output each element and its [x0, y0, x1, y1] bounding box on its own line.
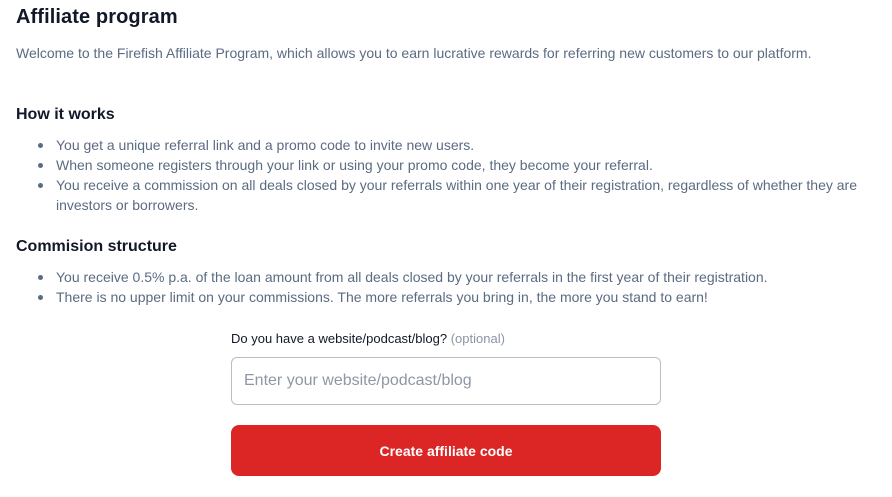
- bullet-dot-icon: [38, 295, 43, 300]
- commission-item-text: There is no upper limit on your commissi…: [56, 289, 708, 305]
- how-it-works-heading: How it works: [16, 106, 115, 123]
- commission-item: You receive 0.5% p.a. of the loan amount…: [16, 267, 876, 287]
- commission-item: There is no upper limit on your commissi…: [16, 287, 876, 307]
- how-it-works-item-text: When someone registers through your link…: [56, 157, 653, 173]
- how-it-works-item-text: You receive a commission on all deals cl…: [56, 177, 857, 213]
- bullet-dot-icon: [38, 163, 43, 168]
- how-it-works-list: You get a unique referral link and a pro…: [16, 135, 876, 215]
- optional-label: (optional): [450, 331, 505, 346]
- how-it-works-item-text: You get a unique referral link and a pro…: [56, 137, 475, 153]
- website-field-label: Do you have a website/podcast/blog? (opt…: [231, 330, 661, 348]
- bullet-dot-icon: [38, 275, 43, 280]
- how-it-works-item: You get a unique referral link and a pro…: [16, 135, 876, 155]
- commission-structure-list: You receive 0.5% p.a. of the loan amount…: [16, 267, 876, 307]
- website-input[interactable]: [231, 357, 661, 405]
- intro-text: Welcome to the Firefish Affiliate Progra…: [16, 45, 812, 61]
- how-it-works-item: When someone registers through your link…: [16, 155, 876, 175]
- bullet-dot-icon: [38, 183, 43, 188]
- page-title: Affiliate program: [16, 6, 178, 28]
- commission-item-text: You receive 0.5% p.a. of the loan amount…: [56, 269, 768, 285]
- commission-structure-heading: Commision structure: [16, 238, 177, 255]
- create-affiliate-code-button[interactable]: Create affiliate code: [231, 425, 661, 476]
- website-field-label-text: Do you have a website/podcast/blog?: [231, 331, 448, 346]
- affiliate-code-form: Do you have a website/podcast/blog? (opt…: [231, 330, 661, 476]
- bullet-dot-icon: [38, 143, 43, 148]
- how-it-works-item: You receive a commission on all deals cl…: [16, 175, 876, 215]
